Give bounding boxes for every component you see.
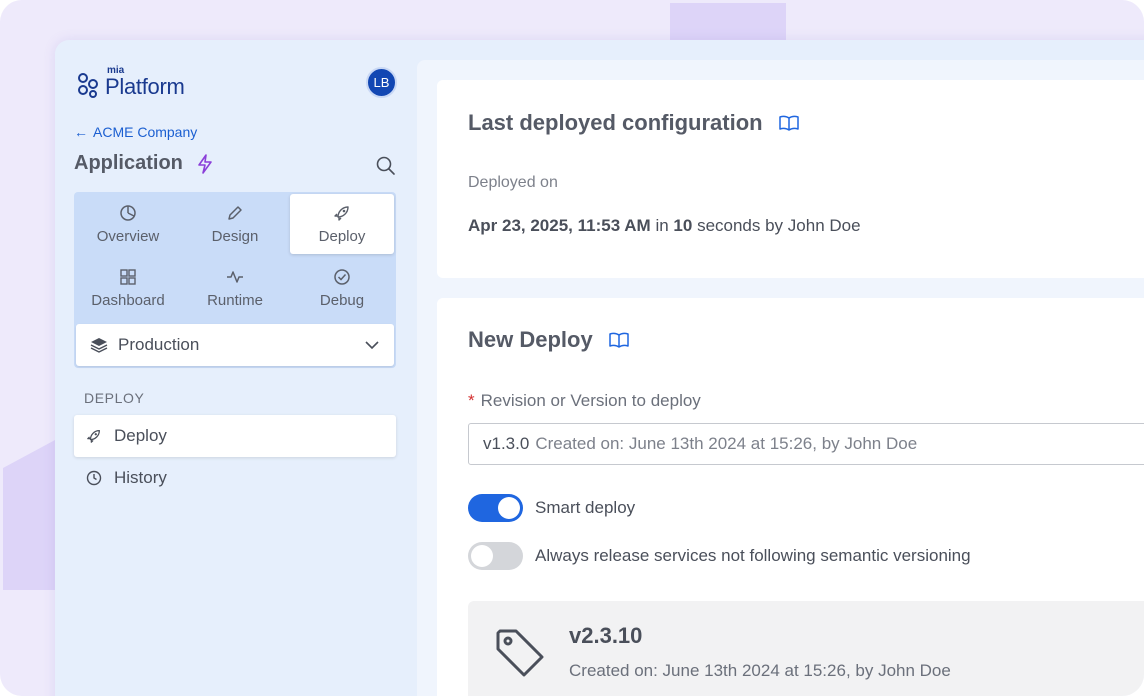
deployed-on-value: Apr 23, 2025, 11:53 AM in 10 seconds by … — [468, 216, 861, 236]
application-title-label: Application — [74, 152, 183, 174]
revision-field-label: * Revision or Version to deploy — [468, 391, 701, 411]
toggle-knob — [498, 497, 520, 519]
layers-icon — [90, 338, 108, 353]
nav-item-deploy[interactable]: Deploy — [290, 194, 394, 254]
decoration-top — [670, 3, 786, 40]
environment-select[interactable]: Production — [76, 324, 394, 366]
deployed-in-word: in — [655, 216, 669, 235]
new-deploy-card: New Deploy * Revision or Version to deplo… — [437, 298, 1144, 696]
sidebar-item-label: Deploy — [114, 426, 167, 445]
book-icon[interactable] — [608, 332, 629, 348]
nav-item-label: Design — [211, 227, 259, 245]
clock-icon — [86, 470, 102, 486]
nav-item-label: Dashboard — [91, 291, 165, 309]
main-content: Last deployed configuration Deployed on … — [417, 60, 1144, 696]
tag-icon — [496, 629, 544, 677]
last-deployed-title-label: Last deployed configuration — [468, 110, 763, 135]
lightning-icon — [198, 153, 212, 174]
rocket-icon — [334, 205, 349, 221]
logo[interactable]: mia Platform — [77, 66, 185, 98]
decoration-left — [3, 440, 55, 590]
book-icon[interactable] — [778, 115, 799, 131]
search-icon — [376, 156, 395, 175]
always-release-row: Always release services not following se… — [468, 542, 971, 570]
sidebar-section-label: DEPLOY — [84, 390, 145, 406]
new-deploy-title-label: New Deploy — [468, 327, 593, 352]
arrow-left-icon: ← — [74, 124, 88, 140]
smart-deploy-toggle[interactable] — [468, 494, 523, 522]
chevron-down-icon — [365, 341, 379, 350]
environment-select-value: Production — [118, 335, 200, 354]
smart-deploy-label: Smart deploy — [535, 498, 636, 517]
nav-item-debug[interactable]: Debug — [290, 258, 394, 318]
nav-item-label: Overview — [96, 227, 160, 245]
nav-item-label: Runtime — [207, 291, 263, 309]
nav-item-dashboard[interactable]: Dashboard — [76, 258, 180, 318]
sidebar-item-deploy[interactable]: Deploy — [74, 415, 396, 457]
section-nav: Overview Design Deploy Dashboard Runtime — [74, 192, 396, 368]
revision-select-meta: Created on: June 13th 2024 at 15:26, by … — [535, 434, 918, 453]
deployed-suffix: seconds by John Doe — [697, 216, 861, 235]
revision-select-version: v1.3.0 — [483, 434, 530, 453]
logo-hexagon-icon — [78, 73, 98, 98]
nav-item-design[interactable]: Design — [183, 194, 287, 254]
version-card-meta: Created on: June 13th 2024 at 15:26, by … — [569, 661, 951, 680]
check-circle-icon — [334, 268, 350, 285]
avatar[interactable]: LB — [366, 67, 397, 98]
toggle-knob — [471, 545, 493, 567]
app-window: mia Platform LB ← ACME Company Applicati… — [55, 40, 1144, 696]
deployed-date: Apr 23, 2025, 11:53 AM — [468, 216, 651, 235]
nav-item-runtime[interactable]: Runtime — [183, 258, 287, 318]
pie-chart-icon — [120, 204, 136, 221]
back-link-label: ACME Company — [93, 124, 198, 140]
rocket-icon — [87, 430, 100, 443]
last-deployed-title: Last deployed configuration — [468, 110, 799, 136]
always-release-toggle[interactable] — [468, 542, 523, 570]
version-card[interactable]: v2.3.10 Created on: June 13th 2024 at 15… — [468, 601, 1144, 696]
search-button[interactable] — [375, 155, 397, 177]
revision-field-label-text: Revision or Version to deploy — [480, 391, 701, 410]
pencil-icon — [228, 205, 242, 220]
nav-item-label: Debug — [319, 291, 365, 309]
back-link[interactable]: ← ACME Company — [74, 124, 197, 140]
revision-select[interactable]: v1.3.0 Created on: June 13th 2024 at 15:… — [468, 423, 1144, 465]
last-deployed-card: Last deployed configuration Deployed on … — [437, 80, 1144, 278]
nav-item-label: Deploy — [318, 227, 366, 245]
always-release-label: Always release services not following se… — [535, 546, 971, 565]
app-frame: mia Platform LB ← ACME Company Applicati… — [0, 0, 1144, 696]
required-asterisk: * — [468, 391, 475, 410]
version-card-title: v2.3.10 — [569, 623, 643, 648]
sidebar-item-history[interactable]: History — [74, 457, 396, 499]
new-deploy-title: New Deploy — [468, 327, 629, 353]
smart-deploy-row: Smart deploy — [468, 494, 635, 522]
grid-icon — [120, 268, 136, 285]
nav-item-overview[interactable]: Overview — [76, 194, 180, 254]
sidebar-item-label: History — [114, 468, 167, 487]
deployed-on-label: Deployed on — [468, 174, 558, 191]
sidebar: mia Platform LB ← ACME Company Applicati… — [55, 40, 417, 696]
deployed-duration: 10 — [673, 216, 693, 235]
application-title: Application — [74, 152, 213, 175]
logo-big-text: Platform — [105, 74, 185, 99]
activity-icon — [227, 270, 243, 283]
